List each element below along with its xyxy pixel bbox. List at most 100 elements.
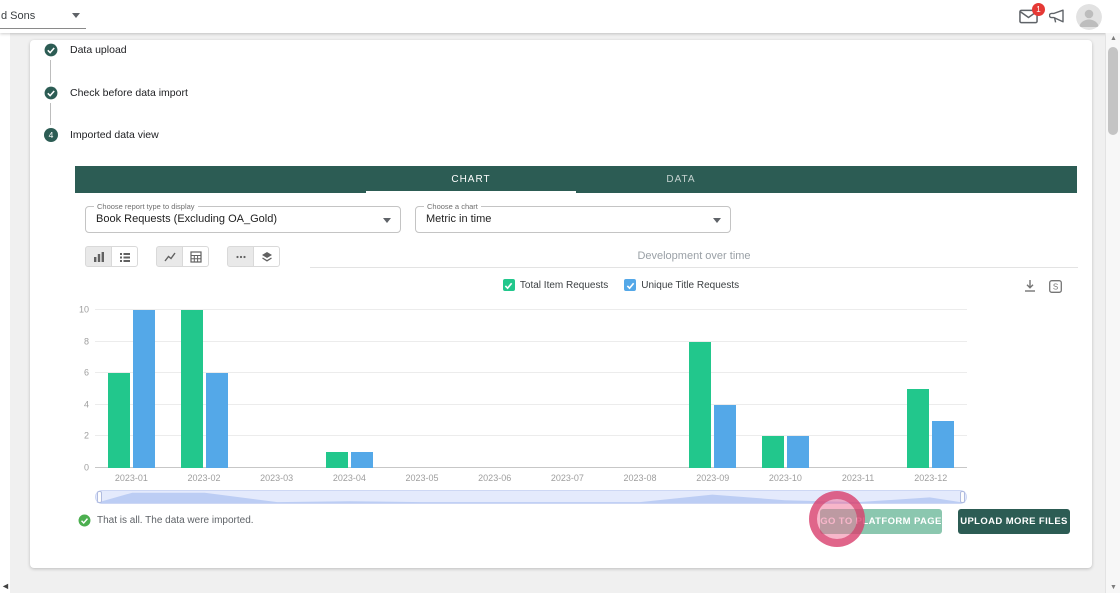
chevron-down-icon: [713, 218, 721, 223]
chart-title-rule: Development over time: [310, 246, 1078, 268]
export-image-icon: S: [1049, 279, 1062, 293]
bars: [531, 310, 604, 468]
bars: [240, 310, 313, 468]
brush-handle-left[interactable]: [97, 491, 102, 503]
brush-area-shape: [96, 492, 966, 503]
bar-total-item-requests: [907, 389, 930, 468]
chart-toolbar: [85, 246, 280, 268]
scrollbar-thumb[interactable]: [1108, 47, 1118, 135]
y-axis-tick: 4: [83, 399, 89, 410]
step-label: Imported data view: [70, 129, 159, 141]
export-actions: S: [1023, 279, 1062, 293]
y-axis-tick: 8: [83, 336, 89, 347]
chevron-down-icon: [72, 13, 80, 18]
table-button[interactable]: [182, 246, 209, 267]
import-card: Data upload Check before data import 4 I…: [30, 40, 1092, 568]
upload-more-files-button[interactable]: UPLOAD MORE FILES: [958, 509, 1070, 534]
line-chart-button[interactable]: [156, 246, 183, 267]
chevron-down-icon: [383, 218, 391, 223]
bar-unique-title-requests: [714, 404, 737, 468]
bar-unique-title-requests: [932, 420, 955, 468]
download-icon: [1025, 280, 1035, 292]
step-item-imported-data-view: 4 Imported data view: [44, 128, 159, 142]
legend-item-unique-title-requests[interactable]: Unique Title Requests: [624, 279, 739, 291]
chart-legend: Total Item Requests Unique Title Request…: [150, 279, 1092, 291]
bar-group: 2023-08: [604, 310, 677, 483]
step-check-icon: [44, 86, 58, 100]
brush-preview: [96, 492, 966, 503]
top-bar: d Sons 1: [0, 0, 1120, 33]
bars: [458, 310, 531, 468]
y-axis-tick: 10: [78, 304, 89, 315]
check-icon: [505, 282, 513, 289]
y-axis-tick: 0: [83, 462, 89, 473]
step-item-check-before-import: Check before data import: [44, 86, 188, 100]
chart-view-button[interactable]: [85, 246, 112, 267]
bar-group: 2023-05: [386, 310, 459, 483]
chart-title: Development over time: [637, 250, 751, 262]
tab-label: CHART: [451, 174, 491, 185]
more-options-button[interactable]: [227, 246, 254, 267]
go-to-platform-button[interactable]: GO TO PLATFORM PAGE: [820, 509, 942, 534]
report-type-select[interactable]: Choose report type to display Book Reque…: [85, 202, 401, 233]
bars: [894, 310, 967, 468]
bars: [604, 310, 677, 468]
bar-total-item-requests: [325, 452, 348, 468]
bar-total-item-requests: [761, 436, 784, 468]
select-value: Book Requests (Excluding OA_Gold): [96, 213, 277, 225]
tab-data[interactable]: DATA: [576, 166, 786, 193]
bar-group: 2023-07: [531, 310, 604, 483]
step-number-badge: 4: [44, 128, 58, 142]
bar-unique-title-requests: [132, 310, 155, 468]
tab-bar: CHART DATA: [75, 166, 1077, 193]
grid-icon: [189, 250, 202, 263]
horizontal-scroll-left-arrow[interactable]: ◄: [1, 581, 10, 591]
bar-group: 2023-06: [458, 310, 531, 483]
export-image-button[interactable]: S: [1049, 279, 1062, 293]
bar-total-item-requests: [107, 373, 130, 468]
step-label: Data upload: [70, 44, 127, 56]
bar-chart-plot: 0 2 4 6 8 10 2023-01 2023-02 2023-03 2023-04 2023-…: [79, 305, 967, 483]
download-button[interactable]: [1023, 279, 1037, 293]
notifications-button[interactable]: 1: [1019, 3, 1045, 24]
list-view-button[interactable]: [111, 246, 138, 267]
tab-chart[interactable]: CHART: [366, 166, 576, 193]
scrollbar-down-arrow[interactable]: ▼: [1106, 584, 1120, 591]
account-select[interactable]: d Sons: [0, 3, 86, 29]
account-select-value: d Sons: [1, 9, 36, 22]
line-chart-icon: [163, 252, 176, 261]
x-axis-label: 2023-12: [914, 473, 948, 483]
y-axis-tick: 6: [83, 367, 89, 378]
bar-group: 2023-12: [894, 310, 967, 483]
legend-label: Unique Title Requests: [641, 279, 740, 291]
time-range-slider[interactable]: [95, 490, 967, 504]
tab-label: DATA: [666, 174, 696, 185]
stack-button[interactable]: [253, 246, 280, 267]
brush-handle-right[interactable]: [960, 491, 965, 503]
avatar[interactable]: [1076, 3, 1102, 30]
checkbox-unique-title-requests[interactable]: [624, 279, 637, 291]
legend-item-total-item-requests[interactable]: Total Item Requests: [502, 279, 608, 291]
svg-text:S: S: [1053, 282, 1058, 291]
chart-type-select[interactable]: Choose a chart Metric in time: [415, 202, 731, 233]
step-connector: [50, 60, 51, 83]
step-label: Check before data import: [70, 87, 188, 99]
topbar-actions: 1: [1019, 0, 1102, 33]
announcements-button[interactable]: [1049, 9, 1065, 24]
notification-badge: 1: [1032, 3, 1045, 16]
chart-style-group: [156, 246, 209, 268]
step-item-data-upload: Data upload: [44, 43, 127, 57]
check-icon: [626, 282, 635, 289]
checkbox-total-item-requests[interactable]: [502, 279, 515, 291]
bar-unique-title-requests: [786, 436, 809, 468]
step-check-icon: [44, 43, 58, 57]
scrollbar-up-arrow[interactable]: ▲: [1106, 35, 1120, 42]
vertical-scrollbar[interactable]: ▲ ▼: [1105, 33, 1120, 593]
bars: [676, 310, 749, 468]
megaphone-icon: [1049, 9, 1064, 23]
avatar-icon: [1076, 3, 1102, 30]
bar-group: 2023-11: [822, 310, 895, 483]
bar-group: 2023-02: [168, 310, 241, 483]
success-check-icon: [78, 514, 91, 527]
bar-total-item-requests: [180, 310, 203, 468]
